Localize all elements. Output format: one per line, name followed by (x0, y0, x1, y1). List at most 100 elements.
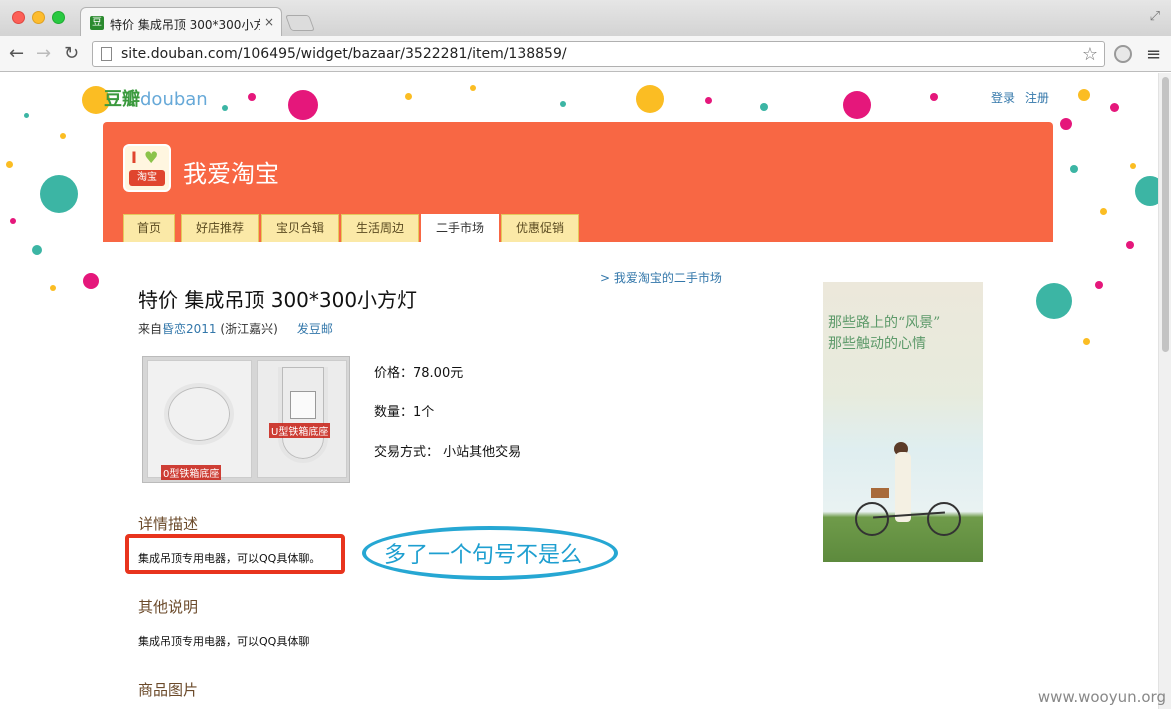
reload-icon[interactable]: ↻ (64, 44, 79, 64)
menu-hamburger-icon[interactable]: ≡ (1146, 44, 1161, 65)
forward-arrow-icon[interactable]: → (36, 44, 51, 64)
bike-wheel-back (855, 502, 889, 536)
breadcrumb[interactable]: > 我爱淘宝的二手市场 (600, 269, 722, 286)
tab-shop-recommend[interactable]: 好店推荐 (181, 214, 259, 242)
decor-dot (60, 133, 66, 139)
send-mail-link[interactable]: 发豆邮 (297, 322, 333, 336)
minimize-window-button[interactable] (32, 11, 45, 24)
site-logo-text: 淘宝 (129, 170, 165, 186)
decor-dot (24, 113, 29, 118)
browser-tab-active[interactable]: 豆 特价 集成吊顶 300*300小方灯 × (80, 7, 282, 37)
decor-dot (40, 175, 78, 213)
decor-dot (1130, 163, 1136, 169)
douban-logo[interactable]: 豆瓣douban (104, 85, 208, 111)
account-links: 登录 注册 (991, 89, 1059, 106)
detail-heading: 详情描述 (138, 515, 199, 533)
decor-dot (930, 93, 938, 101)
annotation-callout: 多了一个句号不是么 (384, 543, 583, 568)
tab-lifestyle[interactable]: 生活周边 (341, 214, 419, 242)
decor-dot (1078, 89, 1090, 101)
decor-dot (1110, 103, 1119, 112)
tab-collections[interactable]: 宝贝合辑 (261, 214, 339, 242)
decor-dot (405, 93, 412, 100)
decor-dot (6, 161, 13, 168)
from-label: 来自 (138, 322, 163, 336)
register-link[interactable]: 注册 (1025, 91, 1049, 105)
ad-line-1: 那些路上的“风景” (828, 315, 941, 331)
site-title[interactable]: 我爱淘宝 (183, 154, 279, 189)
decor-dot (1060, 118, 1072, 130)
ad-line-2: 那些触动的心情 (828, 336, 926, 352)
annotation-red-box (125, 534, 345, 574)
photo-label-left: 0型铁箱底座 (161, 465, 222, 480)
quantity-text: 数量：1个 (374, 405, 435, 420)
decor-dot (1070, 165, 1078, 173)
decor-dot (760, 103, 768, 111)
bike-wheel-front (927, 502, 961, 536)
tab-promotions[interactable]: 优惠促销 (501, 214, 579, 242)
side-advertisement[interactable]: 那些路上的“风景” 那些触动的心情 (823, 282, 983, 562)
other-body: 集成吊顶专用电器，可以QQ具体聊 (138, 635, 310, 648)
photo-panel-left (147, 360, 252, 478)
decor-dot (222, 105, 228, 111)
decor-dot (10, 218, 16, 224)
decor-dot (636, 85, 664, 113)
fullscreen-icon[interactable]: ⤢ (1150, 9, 1160, 24)
page-scrollbar[interactable] (1158, 73, 1171, 709)
page-viewport: 豆瓣douban 登录 注册 I ♥ 淘宝 我爱淘宝 首页 好店推荐 宝贝合辑 生… (0, 73, 1171, 709)
douban-logo-en: douban (140, 89, 208, 110)
decor-dot (248, 93, 256, 101)
decor-dot (50, 285, 56, 291)
other-heading: 其他说明 (138, 598, 199, 616)
browser-window: 豆 特价 集成吊顶 300*300小方灯 × ⤢ ← → ↻ site.doub… (0, 0, 1171, 709)
heart-icon: ♥ (144, 148, 159, 167)
tab-close-icon[interactable]: × (264, 15, 274, 29)
url-text[interactable]: site.douban.com/106495/widget/bazaar/352… (121, 46, 567, 62)
site-logo-icon[interactable]: I ♥ 淘宝 (123, 144, 171, 192)
photo-ring-lamp (164, 383, 234, 445)
seller-location: (浙江嘉兴) (220, 322, 278, 336)
decor-dot (288, 90, 318, 120)
tab-home[interactable]: 首页 (123, 214, 175, 242)
decor-dot (1126, 241, 1134, 249)
tab-title: 特价 集成吊顶 300*300小方灯 (110, 18, 260, 32)
decor-dot (1083, 338, 1090, 345)
decor-dot (1095, 281, 1103, 289)
seller-link[interactable]: 昏恋2011 (162, 322, 217, 336)
watermark: www.wooyun.org (1037, 688, 1166, 706)
douban-favicon-icon: 豆 (90, 16, 104, 30)
decor-dot (705, 97, 712, 104)
bookmark-star-icon[interactable]: ☆ (1082, 44, 1098, 65)
address-bar[interactable]: site.douban.com/106495/widget/bazaar/352… (92, 41, 1105, 67)
close-window-button[interactable] (12, 11, 25, 24)
bike-basket (871, 488, 889, 498)
new-tab-button[interactable] (285, 15, 315, 31)
decor-dot (560, 101, 566, 107)
decor-dot (470, 85, 476, 91)
decor-dot (32, 245, 42, 255)
scrollbar-thumb[interactable] (1162, 77, 1169, 352)
decor-dot (1100, 208, 1107, 215)
product-photo[interactable]: 0型铁箱底座 U型铁箱底座 (142, 356, 350, 483)
login-link[interactable]: 登录 (991, 91, 1015, 105)
price-text: 价格：78.00元 (374, 366, 464, 381)
trade-method-text: 交易方式： 小站其他交易 (374, 445, 522, 460)
decor-dot (843, 91, 871, 119)
rider-figure (895, 452, 911, 522)
browser-toolbar: ← → ↻ site.douban.com/106495/widget/baza… (0, 36, 1171, 72)
back-arrow-icon[interactable]: ← (9, 44, 24, 64)
site-banner: I ♥ 淘宝 我爱淘宝 首页 好店推荐 宝贝合辑 生活周边 二手市场 优惠促销 (103, 122, 1053, 242)
photo-ballast-box (290, 391, 316, 419)
photo-label-right: U型铁箱底座 (269, 423, 331, 438)
douban-logo-cn: 豆瓣 (104, 89, 140, 110)
page-icon (101, 47, 112, 61)
photo-panel-right (257, 360, 347, 478)
page-title: 特价 集成吊顶 300*300小方灯 (138, 288, 418, 312)
seller-line: 来自昏恋2011 (浙江嘉兴) 发豆邮 (138, 320, 333, 337)
images-heading: 商品图片 (138, 681, 199, 699)
decor-dot (1036, 283, 1072, 319)
zoom-window-button[interactable] (52, 11, 65, 24)
tab-secondhand[interactable]: 二手市场 (421, 214, 499, 242)
extension-icon[interactable] (1114, 45, 1132, 63)
site-logo-letter: I (131, 148, 137, 167)
